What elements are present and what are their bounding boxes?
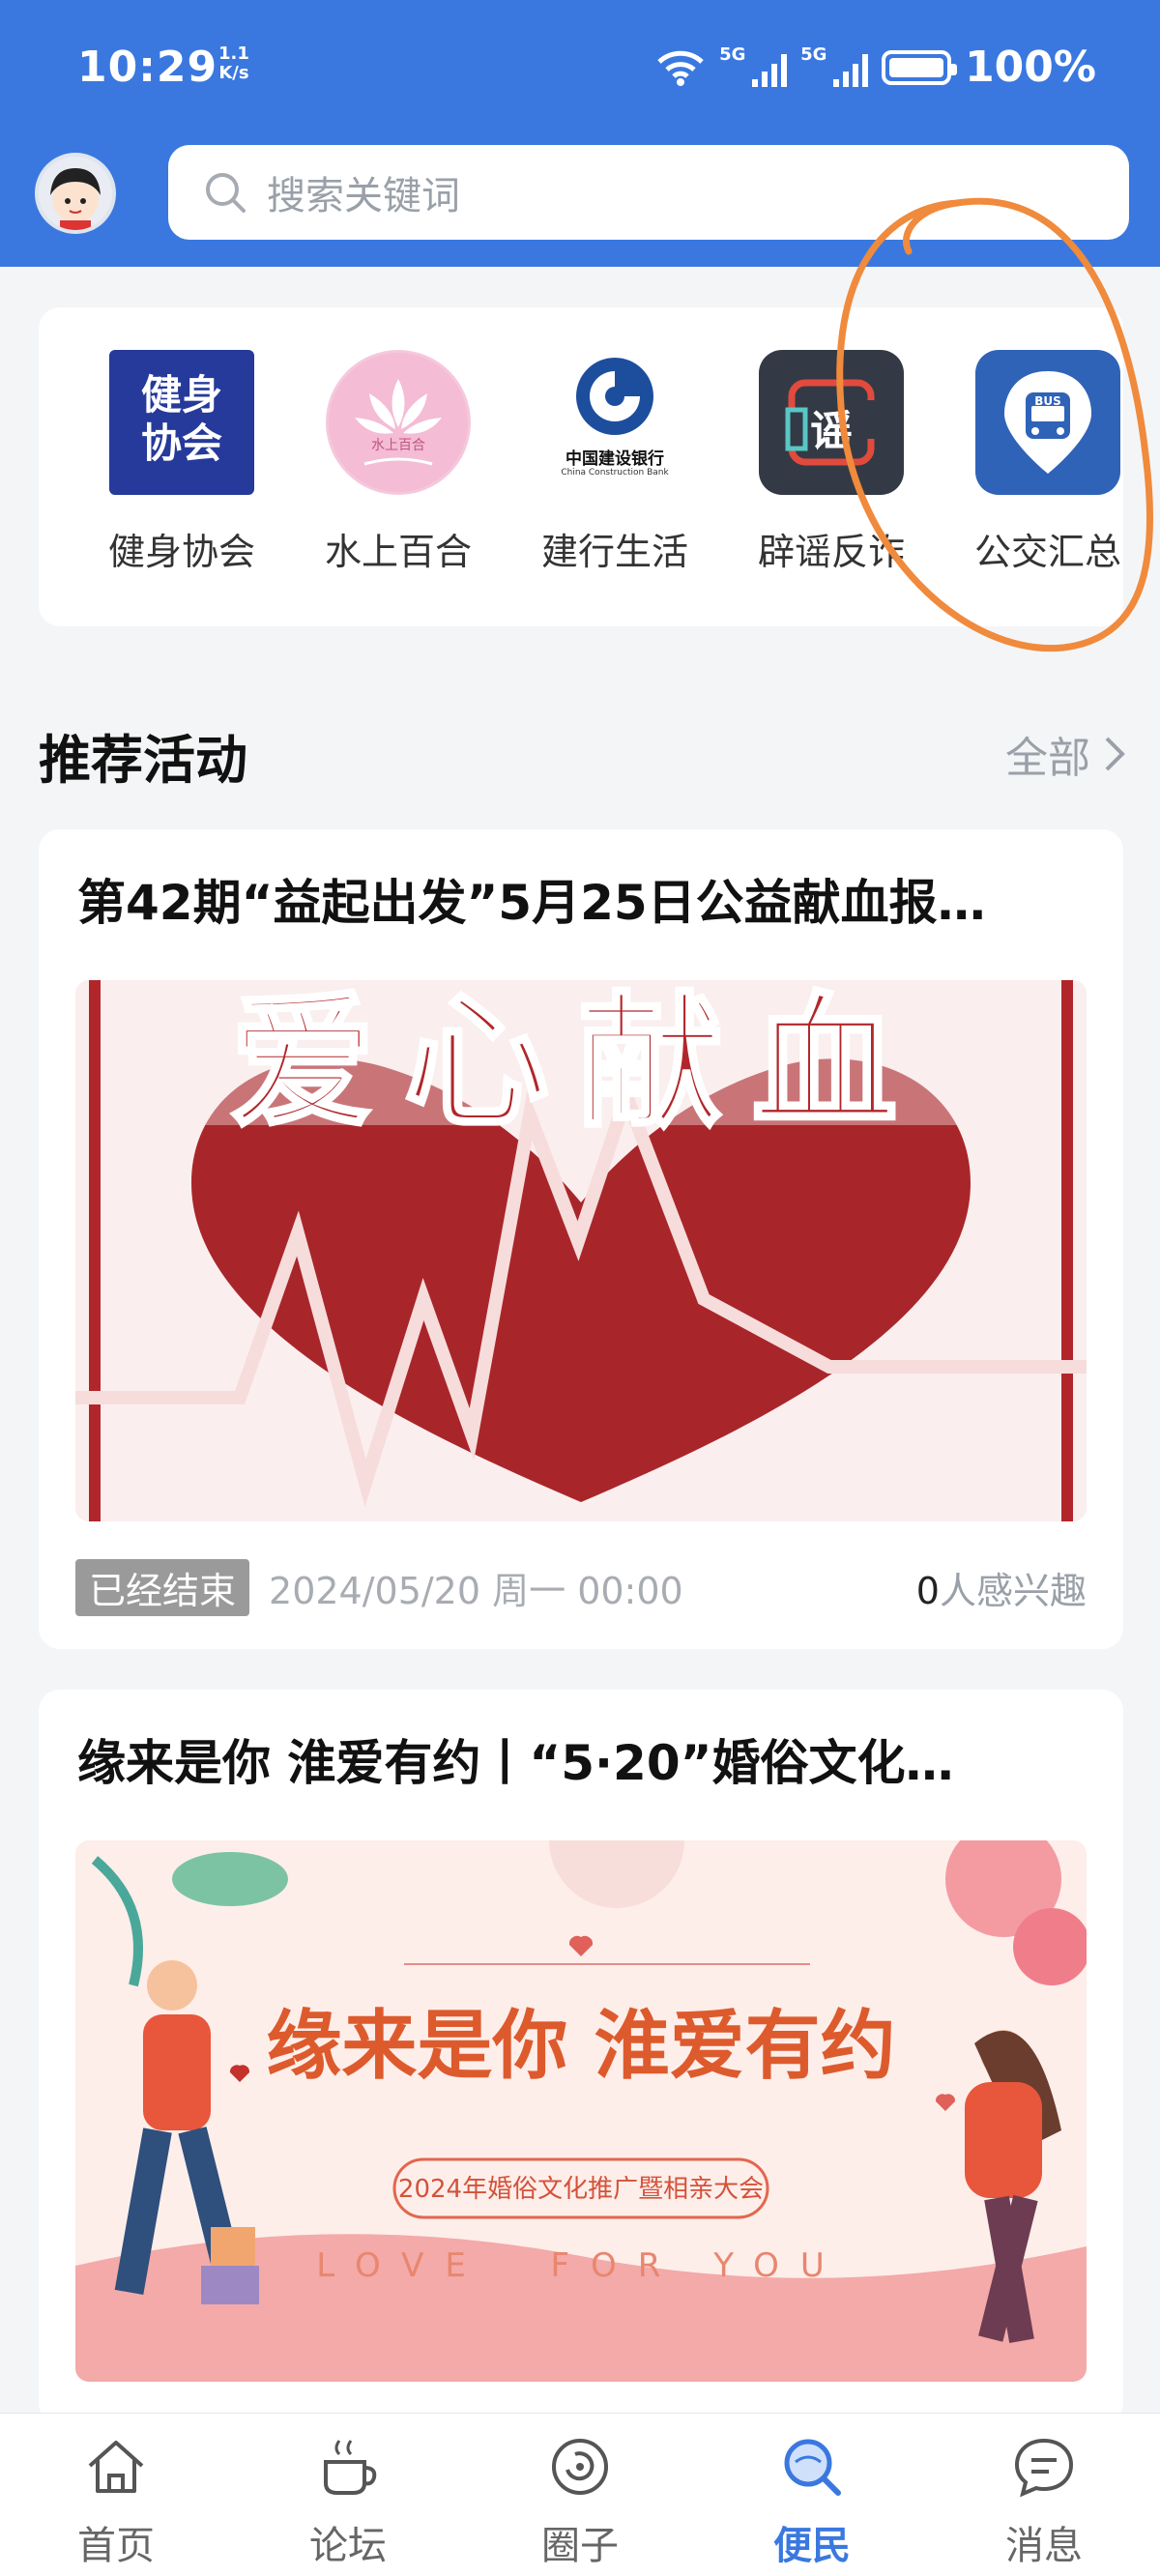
search-placeholder: 搜索关键词: [267, 174, 460, 218]
wedding-image-title: 缘来是你 淮爱有约: [266, 2003, 896, 2090]
battery-level: 100%: [965, 43, 1096, 92]
coffee-icon: [324, 2440, 377, 2495]
search-icon: [206, 173, 246, 213]
bus-icon: BUS: [975, 350, 1120, 495]
fitness-association-icon: 健身 协会: [109, 350, 254, 495]
activity-card[interactable]: 缘来是你 淮爱有约丨“5·20”婚俗文化… 缘来是你 淮爱有约 2024年婚俗文…: [39, 1690, 1123, 2424]
blood-donation-image-title: 爱心献血: [228, 980, 926, 1149]
chevron-right-icon: [1105, 737, 1125, 771]
activity-image-wedding-culture: 缘来是你 淮爱有约 2024年婚俗文化推广暨相亲大会 LOVE FOR YOU: [75, 1840, 1087, 2382]
network-speed-value: 1.1: [218, 43, 249, 64]
battery-icon: [882, 49, 958, 85]
view-all-label: 全部: [1005, 734, 1090, 783]
interest-number: 0: [915, 1569, 940, 1612]
view-all-link[interactable]: 全部: [1005, 723, 1125, 785]
signal-icon: 5G: [719, 44, 788, 87]
ccb-icon: 中国建设银行 China Construction Bank: [542, 350, 687, 495]
wifi-icon: [657, 50, 704, 86]
rumor-icon-text: 谣: [810, 407, 853, 456]
nav-home[interactable]: 首页: [29, 2433, 203, 2570]
activity-title: 缘来是你 淮爱有约丨“5·20”婚俗文化…: [77, 1735, 954, 1791]
interest-label: 人感兴趣: [939, 1569, 1087, 1612]
status-time: 10:29: [77, 43, 218, 92]
shortcut-ccb[interactable]: 中国建设银行 China Construction Bank 建行生活: [528, 350, 702, 575]
network-type-1: 5G: [719, 43, 746, 65]
bottom-navigation: 首页 论坛 圈子 便民 消息: [0, 2413, 1160, 2576]
search-globe-icon: [784, 2439, 841, 2496]
water-lily-icon: 水上百合: [326, 350, 471, 495]
nav-label: 圈子: [541, 2524, 619, 2568]
search-bar[interactable]: 搜索关键词: [168, 145, 1129, 240]
shortcuts-card: 健身 协会 健身协会 水上百合 水上百合 中国建设银行 China Constr…: [39, 307, 1123, 626]
nav-label: 便民: [773, 2524, 851, 2568]
nav-label: 论坛: [309, 2524, 387, 2568]
status-badge: 已经结束: [75, 1558, 250, 1616]
water-lily-icon-text: 水上百合: [371, 438, 425, 453]
shortcut-label: 公交汇总: [973, 531, 1121, 573]
ccb-icon-subtext: China Construction Bank: [561, 468, 669, 478]
bus-icon-text: BUS: [1034, 394, 1061, 408]
network-speed-unit: K/s: [218, 63, 249, 83]
nav-convenience[interactable]: 便民: [725, 2433, 899, 2570]
interest-count: 0人感兴趣: [916, 1561, 1087, 1614]
section-title: 推荐活动: [39, 730, 247, 791]
nav-forum[interactable]: 论坛: [261, 2433, 435, 2570]
shortcut-label: 水上百合: [324, 531, 472, 573]
fitness-icon-text: 健身 协会: [140, 371, 222, 467]
message-icon: [1014, 2438, 1074, 2498]
nav-messages[interactable]: 消息: [957, 2433, 1131, 2570]
rumor-icon: 谣: [759, 350, 904, 495]
wedding-image-love-text: LOVE FOR YOU: [316, 2246, 846, 2285]
shortcut-label: 建行生活: [540, 531, 688, 573]
nav-label: 首页: [77, 2524, 155, 2568]
shortcut-label: 辟谣反诈: [757, 531, 905, 573]
shortcut-water-lily[interactable]: 水上百合 水上百合: [311, 350, 485, 575]
network-type-2: 5G: [800, 43, 827, 65]
ccb-icon-text: 中国建设银行: [566, 449, 664, 469]
activity-meta: 已经结束 2024/05/20 周一 00:00 0人感兴趣: [75, 1558, 1087, 1616]
status-right: 5G 5G 100%: [655, 43, 1096, 92]
status-bar: 10:29 1.1 K/s 5G 5G 100%: [0, 0, 1160, 135]
header: 10:29 1.1 K/s 5G 5G 100% 搜索关键词: [0, 0, 1160, 267]
nav-label: 消息: [1005, 2524, 1083, 2568]
shortcut-label: 健身协会: [107, 531, 255, 573]
avatar[interactable]: [35, 153, 116, 234]
signal-icon-2: 5G: [800, 44, 869, 87]
home-icon: [88, 2441, 144, 2493]
shortcut-bus[interactable]: BUS 公交汇总: [961, 350, 1135, 575]
shortcut-rumor[interactable]: 谣 辟谣反诈: [744, 350, 918, 575]
circle-icon: [552, 2439, 608, 2495]
nav-circle[interactable]: 圈子: [493, 2433, 667, 2570]
activity-date: 2024/05/20 周一 00:00: [269, 1569, 683, 1612]
activity-card[interactable]: 第42期“益起出发”5月25日公益献血报… 爱心献血 已经结束 2024/05/…: [39, 829, 1123, 1649]
wedding-image-subtitle: 2024年婚俗文化推广暨相亲大会: [397, 2175, 765, 2204]
network-speed: 1.1 K/s: [218, 44, 249, 83]
activity-image-blood-donation: 爱心献血: [75, 980, 1087, 1521]
activity-title: 第42期“益起出发”5月25日公益献血报…: [77, 875, 986, 931]
shortcut-fitness[interactable]: 健身 协会 健身协会: [95, 350, 269, 575]
